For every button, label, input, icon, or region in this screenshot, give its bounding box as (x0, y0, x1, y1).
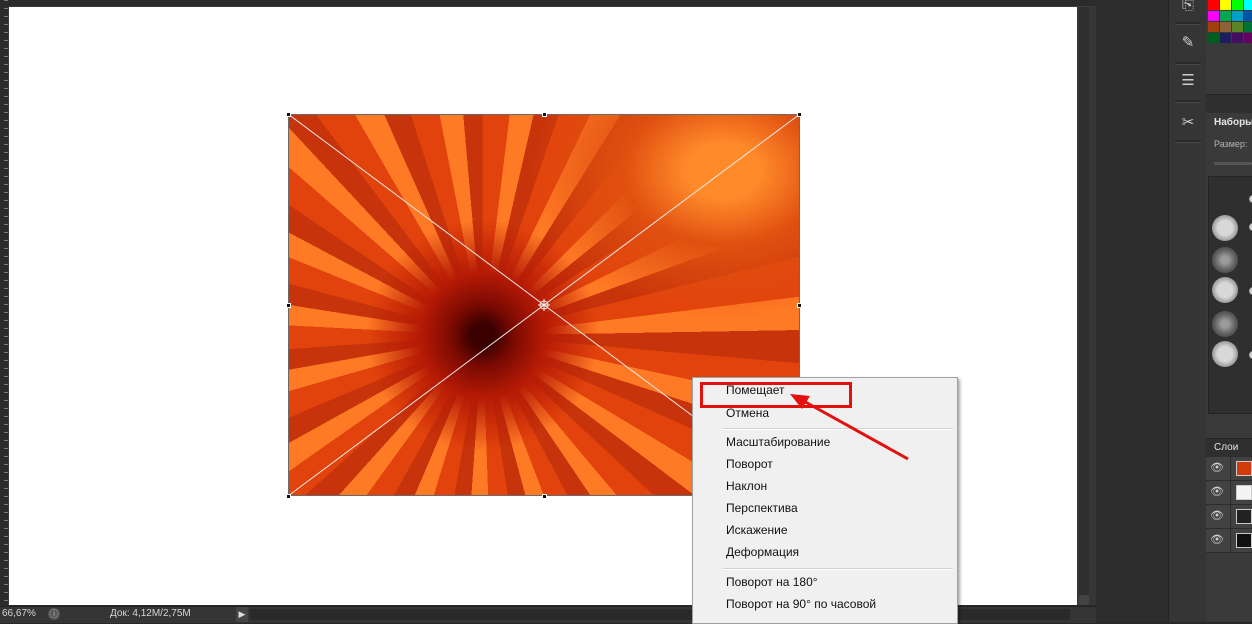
workspace-gap (1096, 0, 1168, 622)
swatch[interactable] (1220, 22, 1231, 32)
brush-presets-list (1208, 176, 1252, 414)
brush-preset[interactable] (1212, 311, 1238, 337)
status-menu-arrow-icon[interactable]: ▶ (236, 607, 248, 622)
swatch[interactable] (1220, 33, 1231, 43)
menu-item-distort[interactable]: Искажение (726, 523, 788, 537)
layer-thumbnail (1236, 509, 1252, 524)
swatch[interactable] (1232, 22, 1243, 32)
swatch[interactable] (1244, 33, 1252, 43)
right-panel: Наборы Размер: Слои 👁 👁 👁 👁 (1206, 0, 1252, 622)
menu-item-rotate[interactable]: Поворот (726, 457, 773, 471)
brush-preset[interactable] (1212, 341, 1238, 367)
swatch[interactable] (1244, 22, 1252, 32)
layer-row[interactable]: 👁 (1206, 505, 1252, 529)
transform-handle-top-right[interactable] (797, 112, 802, 117)
brush-preset[interactable] (1212, 247, 1238, 273)
layers-tab-label: Слои (1214, 442, 1239, 453)
brush-presets-header (1206, 94, 1252, 113)
swatch[interactable] (1220, 11, 1231, 21)
brush-presets-icon[interactable]: ✎ (1173, 30, 1203, 56)
swatch-red[interactable] (1208, 0, 1219, 10)
menu-item-rotate-90-cw[interactable]: Поворот на 90° по часовой (726, 597, 876, 611)
swatch[interactable] (1208, 33, 1219, 43)
brush-size-slider[interactable] (1214, 162, 1252, 165)
layer-thumbnail (1236, 461, 1252, 476)
menu-item-skew[interactable]: Наклон (726, 479, 767, 493)
vertical-ruler (0, 0, 9, 606)
transform-handle-right[interactable] (797, 303, 802, 308)
layer-row[interactable]: 👁 (1206, 457, 1252, 481)
layers-panel-tab[interactable]: Слои (1206, 438, 1252, 457)
layer-thumbnail (1236, 485, 1252, 500)
swatch-yellow[interactable] (1220, 0, 1231, 10)
scroll-down-arrow-icon[interactable] (1079, 595, 1089, 605)
swatch[interactable] (1232, 11, 1243, 21)
brush-preset[interactable] (1212, 215, 1238, 241)
layer-comps-icon[interactable]: ☰ (1173, 68, 1203, 94)
swatch-magenta[interactable] (1208, 11, 1219, 21)
swatch[interactable] (1208, 22, 1219, 32)
menu-item-cancel[interactable]: Отмена (726, 406, 769, 420)
menu-item-perspective[interactable]: Перспектива (726, 501, 798, 515)
swatch-cyan[interactable] (1244, 0, 1252, 10)
transform-handle-bottom-left[interactable] (286, 494, 291, 499)
visibility-eye-icon[interactable]: 👁 (1210, 461, 1224, 475)
visibility-eye-icon[interactable]: 👁 (1210, 533, 1224, 547)
menu-item-rotate-180[interactable]: Поворот на 180° (726, 575, 818, 589)
tool-presets-icon[interactable]: ✂ (1173, 110, 1203, 136)
zoom-level[interactable]: 66,67% (2, 608, 36, 619)
swatch-green[interactable] (1232, 0, 1243, 10)
brush-preset[interactable] (1212, 277, 1238, 303)
brush-size-label: Размер: (1214, 139, 1248, 149)
panel-icon-strip: ⎘ ✎ ☰ ✂ (1168, 0, 1208, 622)
vertical-scrollbar[interactable] (1079, 7, 1089, 605)
document-size: Док: 4,12M/2,75M (110, 608, 191, 619)
annotation-arrow-icon (790, 394, 909, 461)
transform-handle-left[interactable] (286, 303, 291, 308)
layer-thumbnail (1236, 533, 1252, 548)
transform-handle-bottom[interactable] (542, 494, 547, 499)
clone-source-icon[interactable]: ⎘ (1173, 0, 1203, 18)
transform-handle-top[interactable] (542, 112, 547, 117)
menu-item-warp[interactable]: Деформация (726, 545, 799, 559)
transform-handle-top-left[interactable] (286, 112, 291, 117)
brush-presets-title[interactable]: Наборы (1214, 117, 1252, 128)
layer-row[interactable]: 👁 (1206, 529, 1252, 553)
menu-separator (723, 568, 953, 570)
visibility-eye-icon[interactable]: 👁 (1210, 509, 1224, 523)
swatch[interactable] (1244, 11, 1252, 21)
info-icon[interactable]: ⓘ (48, 608, 60, 620)
visibility-eye-icon[interactable]: 👁 (1210, 485, 1224, 499)
layer-row[interactable]: 👁 (1206, 481, 1252, 505)
swatch[interactable] (1232, 33, 1243, 43)
horizontal-ruler (8, 0, 1096, 7)
